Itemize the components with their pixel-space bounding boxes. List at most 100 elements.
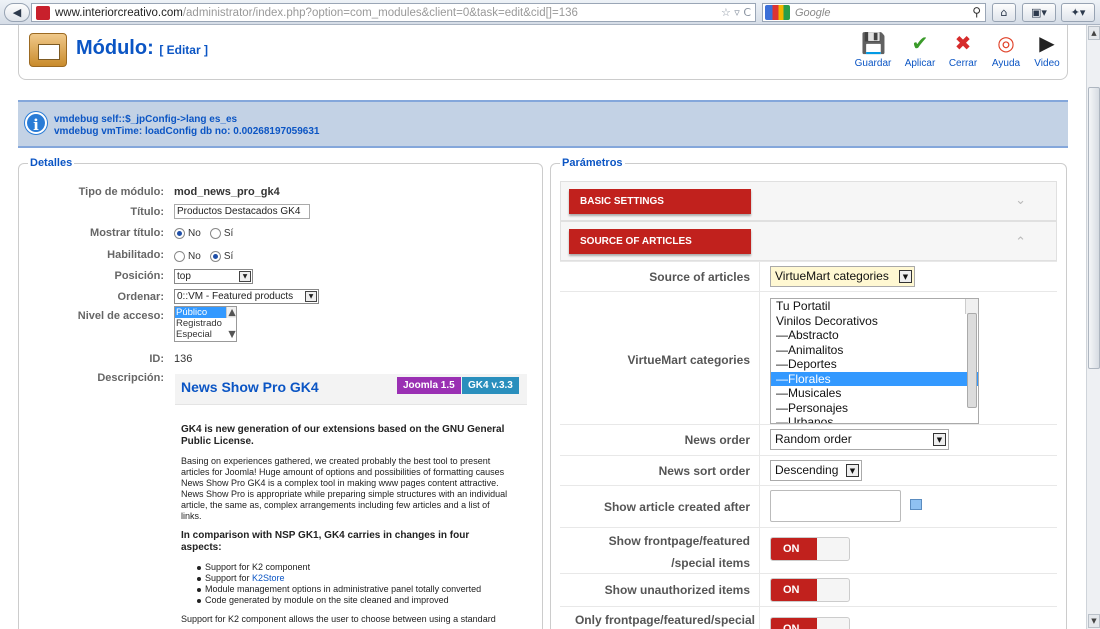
created-after-cell [759,486,922,527]
news-order-label: News order [684,433,750,447]
category-option[interactable]: —Deportes [771,357,978,372]
enabled-yes-label: Sí [223,250,234,262]
show-title-no-radio[interactable] [174,227,185,239]
show-title-no-label: No [188,227,201,239]
notice-line-2: vmdebug vmTime: loadConfig db no: 0.0026… [54,126,320,137]
show-title-label: Mostrar título: [90,227,164,239]
film-icon: ▶ [1039,31,1055,55]
enabled-yes-radio[interactable] [209,250,221,262]
created-after-date-input[interactable] [770,490,901,522]
source-select[interactable]: VirtueMart categories ▼ [770,266,915,287]
only-frontpage-label: Only frontpage/featured/special [574,613,755,627]
list-scrollbar[interactable] [965,299,978,408]
address-bar[interactable]: www.interiorcreativo.com/administrator/i… [31,3,756,22]
chevron-up-icon[interactable]: ⌃ [1015,235,1026,250]
id-label: ID: [149,353,164,365]
scroll-up-arrow-icon[interactable]: ▲ [1088,26,1100,40]
category-option[interactable]: —Abstracto [771,328,978,343]
admin-page: Módulo: [ Editar ] 💾 Guardar ✔ Aplicar ✖ Ce… [0,25,1086,629]
sort-order-row: News sort order Descending ▼ [560,455,1057,485]
dropdown-arrow-icon: ▼ [305,291,317,302]
close-button[interactable]: ✖ Cerrar [941,31,985,69]
back-button[interactable]: ◀ [4,3,30,22]
home-button[interactable]: ⌂ [992,3,1016,22]
enabled-no-radio[interactable] [174,250,185,262]
category-option[interactable]: —Animalitos [771,343,978,358]
notice-line-1: vmdebug self::$_jpConfig->lang es_es [54,114,238,125]
module-icon [29,33,67,67]
google-search-engine-icon[interactable] [765,5,790,20]
description-panel: News Show Pro GK4 Joomla 1.5 GK4 v.3.3 G… [175,374,527,629]
created-after-label: Show article created after [603,500,750,514]
page-scrollbar[interactable]: ▲ ▼ [1086,25,1100,629]
scrollbar-thumb[interactable] [1088,87,1100,369]
created-after-row: Show article created after [560,485,1057,527]
source-of-articles-tab[interactable]: SOURCE OF ARTICLES [569,229,751,254]
access-option[interactable]: Especial [175,329,236,340]
basic-settings-tab[interactable]: BASIC SETTINGS [569,189,751,214]
title-input[interactable] [174,204,310,219]
enabled-radios: No Sí [174,250,239,262]
categories-cell: Tu Portatil Vinilos Decorativos —Abstrac… [759,292,979,424]
frontpage-toggle[interactable]: ON [770,537,850,561]
show-title-yes-label: Sí [223,227,234,239]
access-level-list[interactable]: Público Registrado Especial ▲ ▼ [174,306,237,342]
sort-order-select[interactable]: Descending ▼ [770,460,862,481]
save-button[interactable]: 💾 Guardar [851,31,895,69]
show-title-radios: No Sí [174,227,239,239]
video-button[interactable]: ▶ Video [1025,31,1069,69]
search-placeholder: Google [795,6,831,19]
extension-button-1[interactable]: ▣▾ [1022,3,1056,22]
module-type-label: Tipo de módulo: [78,186,164,198]
k2store-link[interactable]: K2Store [252,573,285,583]
id-value: 136 [174,353,193,365]
search-bar[interactable]: Google ⚲ [762,3,986,22]
bookmark-star-icon[interactable]: ☆ ▿ C [721,6,751,19]
category-option[interactable]: —Personajes [771,401,978,416]
joomla-badge: Joomla 1.5 [397,377,461,394]
category-option[interactable]: Tu Portatil [771,299,978,314]
url-host: www.interiorcreativo.com [55,6,183,19]
category-option[interactable]: —Urbanos [771,415,978,423]
scroll-down-arrow-icon[interactable]: ▼ [1088,614,1100,628]
list-scrollbar-thumb[interactable] [967,313,977,408]
extension-button-2[interactable]: ✦▾ [1061,3,1095,22]
show-title-yes-radio[interactable] [209,227,221,239]
position-label: Posición: [114,270,164,282]
details-legend: Detalles [28,157,75,169]
unauthorized-toggle[interactable]: ON [770,578,850,602]
basic-settings-section[interactable]: BASIC SETTINGS ⌄ [560,181,1057,221]
list-scrollbar[interactable]: ▲ ▼ [226,307,236,340]
help-button[interactable]: ◎ Ayuda [984,31,1028,69]
category-option[interactable]: Vinilos Decorativos [771,314,978,329]
calendar-icon[interactable] [910,499,922,510]
description-title: News Show Pro GK4 [181,379,319,395]
position-select[interactable]: top ▼ [174,269,253,284]
only-frontpage-row: Only frontpage/featured/special ON [560,606,1057,629]
access-option[interactable]: Registrado [175,318,236,329]
dropdown-arrow-icon: ▼ [933,433,946,446]
news-order-cell: Random order ▼ [759,425,949,455]
page-title: Módulo: [ Editar ] [76,37,208,60]
description-paragraph: In comparison with NSP GK1, GK4 carries … [181,530,470,553]
unauthorized-row: Show unauthorized items ON [560,573,1057,606]
frontpage-label-1: Show frontpage/featured [608,534,750,548]
home-icon: ⌂ [1000,6,1008,19]
source-value: VirtueMart categories [775,269,889,283]
categories-list[interactable]: Tu Portatil Vinilos Decorativos —Abstrac… [770,298,979,424]
chevron-down-icon[interactable]: ⌄ [1015,193,1026,208]
sort-order-cell: Descending ▼ [759,456,862,485]
apply-button[interactable]: ✔ Aplicar [898,31,942,69]
order-select[interactable]: 0::VM - Featured products ▼ [174,289,319,304]
only-frontpage-toggle[interactable]: ON [770,617,850,629]
news-order-select[interactable]: Random order ▼ [770,429,949,450]
toggle-on-label: ON [771,579,817,601]
title-field-label: Título: [130,206,164,218]
list-item: Support for K2Store [197,573,527,584]
category-option[interactable]: —Musicales [771,386,978,401]
category-option-selected[interactable]: —Florales [771,371,978,386]
module-toolbar: Módulo: [ Editar ] 💾 Guardar ✔ Aplicar ✖ Ce… [18,25,1068,80]
source-of-articles-section[interactable]: SOURCE OF ARTICLES ⌃ [560,221,1057,261]
magnifier-icon[interactable]: ⚲ [972,5,981,19]
description-body: GK4 is new generation of our extensions … [175,404,527,629]
